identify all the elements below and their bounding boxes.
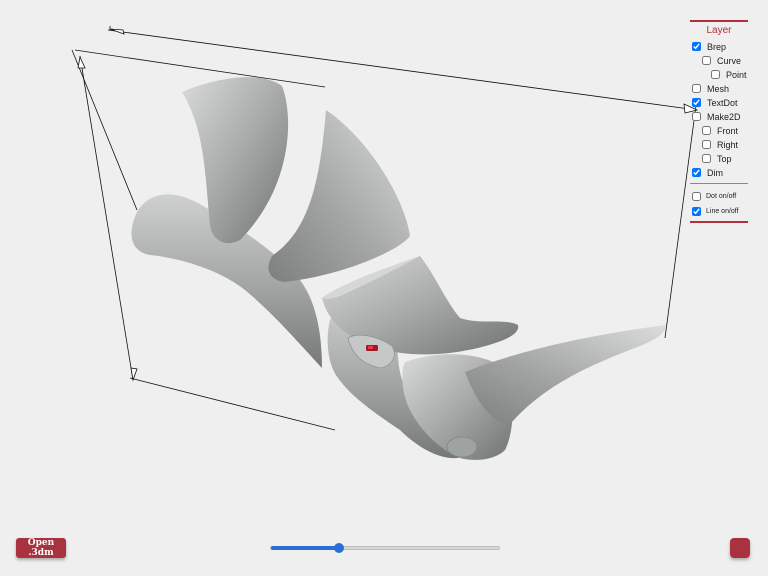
layer-checkbox-mesh[interactable] [692,84,701,93]
layer-row-textdot: TextDot [690,96,748,110]
rhino-model[interactable] [131,77,666,460]
dot-toggle-checkbox[interactable] [692,192,701,201]
layer-checkbox-point[interactable] [711,70,720,79]
layer-row-top: Top [690,152,748,166]
layer-label-dim: Dim [707,168,723,178]
layer-checkbox-top[interactable] [702,154,711,163]
layer-row-dim: Dim [690,166,748,180]
layer-row-front: Front [690,124,748,138]
layer-checkbox-make2d[interactable] [692,112,701,121]
layer-label-make2d: Make2D [707,112,741,122]
animation-slider[interactable] [270,543,500,553]
layer-panel-title: Layer [706,25,732,36]
layer-label-brep: Brep [707,42,727,52]
layer-row-brep: Brep [690,40,748,54]
layer-label-front: Front [717,126,739,136]
panel-bottom-rule [690,221,748,223]
dot-toggle-label: Dot on/off [706,193,737,200]
layer-label-mesh: Mesh [707,84,730,94]
layer-row-mesh: Mesh [690,82,748,96]
toggle-row-dot: Dot on/off [690,189,748,204]
layer-panel: Layer Brep Curve Point Mesh TextDot Make… [690,20,748,223]
layer-checkbox-brep[interactable] [692,42,701,51]
layer-label-right: Right [717,140,739,150]
layer-checkbox-right[interactable] [702,140,711,149]
color-button[interactable] [730,538,750,558]
layer-row-right: Right [690,138,748,152]
slider-fill [271,546,340,550]
panel-divider [690,183,748,184]
layer-checkbox-dim[interactable] [692,168,701,177]
layer-checkbox-curve[interactable] [702,56,711,65]
line-toggle-label: Line on/off [706,208,739,215]
open-3dm-button[interactable]: Open .3dm [16,538,66,558]
layer-label-top: Top [717,154,732,164]
3d-viewport[interactable] [0,0,768,576]
layer-checkbox-textdot[interactable] [692,98,701,107]
layer-row-point: Point [690,68,748,82]
layer-label-point: Point [726,70,747,80]
layer-row-make2d: Make2D [690,110,748,124]
toggle-row-line: Line on/off [690,204,748,219]
line-toggle-checkbox[interactable] [692,207,701,216]
layer-label-textdot: TextDot [707,98,738,108]
layer-checkbox-front[interactable] [702,126,711,135]
layer-label-curve: Curve [717,56,742,66]
layer-row-curve: Curve [690,54,748,68]
